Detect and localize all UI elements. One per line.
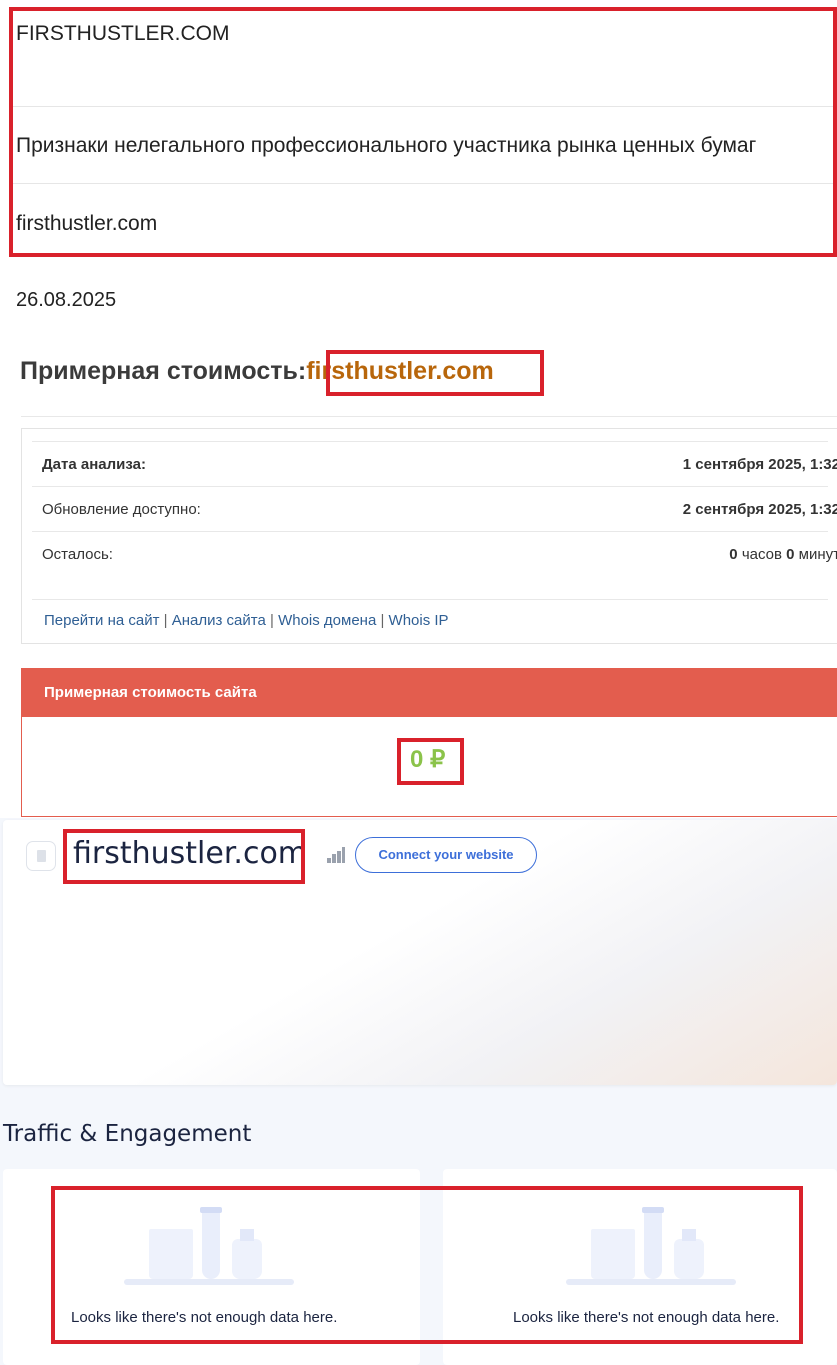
estimate-header: Примерная стоимость сайта (22, 669, 837, 717)
link-go-to-site[interactable]: Перейти на сайт (44, 612, 160, 629)
connect-website-button[interactable]: Connect your website (355, 837, 537, 873)
analysis-date-row: Дата анализа: 1 сентября 2025, 1:32 (42, 442, 837, 486)
link-whois-domain[interactable]: Whois домена (278, 612, 376, 629)
cost-heading-label: Примерная стоимость: (20, 357, 307, 385)
analysis-date-label: Дата анализа: (42, 456, 146, 473)
update-available-row: Обновление доступно: 2 сентября 2025, 1:… (42, 487, 837, 531)
divider (32, 599, 828, 600)
highlight-frame (326, 350, 544, 396)
highlight-frame (51, 1186, 803, 1344)
time-left-label: Осталось: (42, 546, 113, 563)
analysis-date-value: 1 сентября 2025, 1:32 (682, 456, 837, 473)
time-left-row: Осталось: 0 часов 0 минут (42, 532, 837, 576)
link-separator: | (163, 612, 168, 629)
favicon-placeholder-icon (26, 841, 56, 871)
traffic-engagement-title: Traffic & Engagement (3, 1121, 252, 1147)
publish-date: 26.08.2025 (16, 289, 117, 311)
link-separator: | (270, 612, 274, 629)
rank-bars-icon (327, 847, 345, 863)
link-site-analysis[interactable]: Анализ сайта (172, 612, 266, 629)
highlight-frame (397, 738, 464, 785)
highlight-frame (9, 7, 837, 257)
divider (21, 416, 837, 417)
time-left-value: 0 часов 0 минут (729, 546, 837, 563)
link-whois-ip[interactable]: Whois IP (389, 612, 449, 629)
estimate-header-label: Примерная стоимость сайта (44, 684, 257, 701)
update-available-value: 2 сентября 2025, 1:32 (682, 501, 837, 518)
analysis-links: Перейти на сайт | Анализ сайта | Whois д… (44, 612, 449, 629)
link-separator: | (380, 612, 385, 629)
highlight-frame (63, 829, 305, 884)
analysis-info-box: Дата анализа: 1 сентября 2025, 1:32 Обно… (21, 428, 837, 644)
update-available-label: Обновление доступно: (42, 501, 201, 518)
